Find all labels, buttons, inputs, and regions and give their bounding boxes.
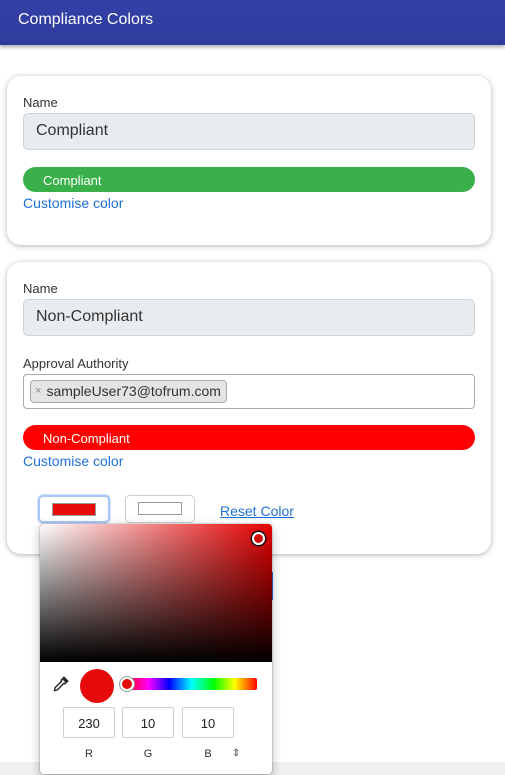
blue-label: B — [204, 748, 212, 760]
reset-color-link[interactable]: Reset Color — [220, 503, 294, 519]
compliant-card: Name Compliant Compliant Customise color — [7, 76, 491, 245]
name-label: Name — [23, 95, 58, 110]
green-label: G — [143, 748, 153, 760]
name-label: Name — [23, 281, 58, 296]
eyedropper-icon[interactable] — [51, 676, 69, 694]
hue-slider[interactable] — [126, 678, 257, 690]
blue-input[interactable]: 10 — [182, 707, 234, 738]
customise-color-link[interactable]: Customise color — [23, 453, 123, 469]
approval-authority-label: Approval Authority — [23, 356, 129, 371]
page-title: Compliance Colors — [18, 11, 154, 28]
non-compliant-badge: Non-Compliant — [23, 425, 475, 450]
compliant-badge: Compliant — [23, 167, 475, 192]
color-picker-popover: 230 10 10 R G B ⇕ — [40, 524, 272, 774]
app-header: Compliance Colors — [0, 0, 505, 45]
name-field[interactable]: Non-Compliant — [23, 299, 475, 336]
non-compliant-card: Name Non-Compliant Approval Authority × … — [7, 262, 491, 554]
saturation-area[interactable] — [40, 524, 272, 662]
hue-slider-handle[interactable] — [120, 677, 134, 691]
green-input[interactable]: 10 — [122, 707, 174, 738]
user-tag-label: sampleUser73@tofrum.com — [46, 383, 221, 399]
background-color-button[interactable] — [38, 495, 110, 523]
text-color-button[interactable] — [125, 495, 195, 523]
customise-color-link[interactable]: Customise color — [23, 195, 123, 211]
user-tag: × sampleUser73@tofrum.com — [30, 380, 227, 403]
background-color-swatch — [52, 503, 96, 516]
format-toggle-icon[interactable]: ⇕ — [232, 748, 240, 759]
saturation-handle[interactable] — [252, 532, 265, 545]
red-input[interactable]: 230 — [63, 707, 115, 738]
name-field[interactable]: Compliant — [23, 113, 475, 150]
approval-authority-select[interactable]: × sampleUser73@tofrum.com — [23, 374, 475, 409]
text-color-swatch — [138, 502, 182, 515]
remove-tag-icon[interactable]: × — [35, 385, 41, 397]
red-label: R — [85, 748, 93, 760]
color-preview — [80, 669, 114, 703]
